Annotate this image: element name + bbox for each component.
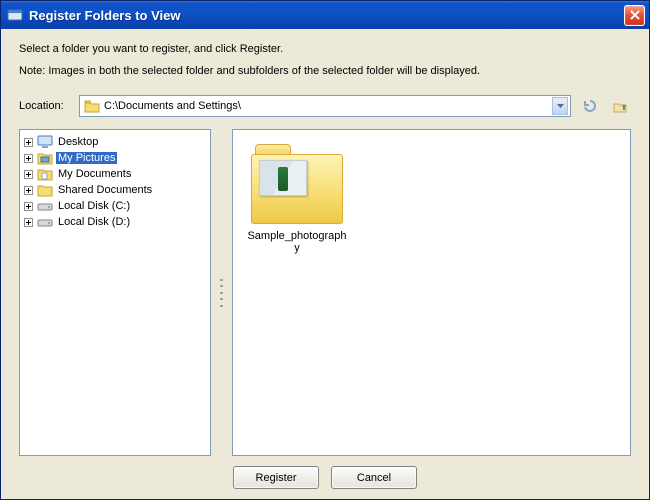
expander-icon[interactable]	[24, 138, 33, 147]
folder-label: Sample_photography	[247, 230, 347, 254]
folder-icon	[84, 98, 100, 114]
tree-label: My Pictures	[56, 152, 117, 164]
folder-icon	[37, 182, 53, 198]
tree-label: Shared Documents	[56, 184, 154, 196]
tree-item-my-pictures[interactable]: My Pictures	[22, 150, 208, 166]
tree-pane[interactable]: Desktop My Pictures My Documents Shared …	[19, 129, 211, 456]
tree-item-my-documents[interactable]: My Documents	[22, 166, 208, 182]
view-pane[interactable]: Sample_photography	[232, 129, 631, 456]
register-label: Register	[256, 472, 297, 484]
tree-item-local-disk-c[interactable]: Local Disk (C:)	[22, 198, 208, 214]
desktop-icon	[37, 134, 53, 150]
note-text: Note: Images in both the selected folder…	[19, 65, 631, 77]
cancel-button[interactable]: Cancel	[331, 466, 417, 489]
dialog-window: Register Folders to View Select a folder…	[0, 0, 650, 500]
tree-label: Desktop	[56, 136, 100, 148]
documents-icon	[37, 166, 53, 182]
location-label: Location:	[19, 100, 71, 112]
folder-item[interactable]: Sample_photography	[247, 144, 347, 254]
tree-label: Local Disk (C:)	[56, 200, 132, 212]
cancel-label: Cancel	[357, 472, 391, 484]
expander-icon[interactable]	[24, 154, 33, 163]
drive-icon	[37, 214, 53, 230]
expander-icon[interactable]	[24, 218, 33, 227]
up-button[interactable]	[609, 95, 631, 117]
location-dropdown-button[interactable]	[552, 97, 568, 115]
tree-label: My Documents	[56, 168, 133, 180]
tree-label: Local Disk (D:)	[56, 216, 132, 228]
app-icon	[7, 7, 23, 23]
titlebar[interactable]: Register Folders to View	[1, 1, 649, 29]
location-row: Location: C:\Documents and Settings\	[19, 95, 631, 117]
expander-icon[interactable]	[24, 186, 33, 195]
tree-item-local-disk-d[interactable]: Local Disk (D:)	[22, 214, 208, 230]
splitter[interactable]	[219, 129, 224, 456]
thumbnail-icon	[259, 160, 307, 196]
instruction-text: Select a folder you want to register, an…	[19, 43, 631, 55]
pictures-icon	[37, 150, 53, 166]
folder-large-icon	[249, 144, 345, 224]
expander-icon[interactable]	[24, 202, 33, 211]
refresh-button[interactable]	[579, 95, 601, 117]
tree-item-desktop[interactable]: Desktop	[22, 134, 208, 150]
location-path: C:\Documents and Settings\	[104, 100, 552, 112]
close-button[interactable]	[624, 5, 645, 26]
drive-icon	[37, 198, 53, 214]
location-field[interactable]: C:\Documents and Settings\	[79, 95, 571, 117]
panes: Desktop My Pictures My Documents Shared …	[19, 129, 631, 456]
window-title: Register Folders to View	[29, 8, 624, 23]
button-row: Register Cancel	[19, 456, 631, 489]
content-area: Select a folder you want to register, an…	[1, 29, 649, 499]
tree-item-shared-documents[interactable]: Shared Documents	[22, 182, 208, 198]
register-button[interactable]: Register	[233, 466, 319, 489]
expander-icon[interactable]	[24, 170, 33, 179]
